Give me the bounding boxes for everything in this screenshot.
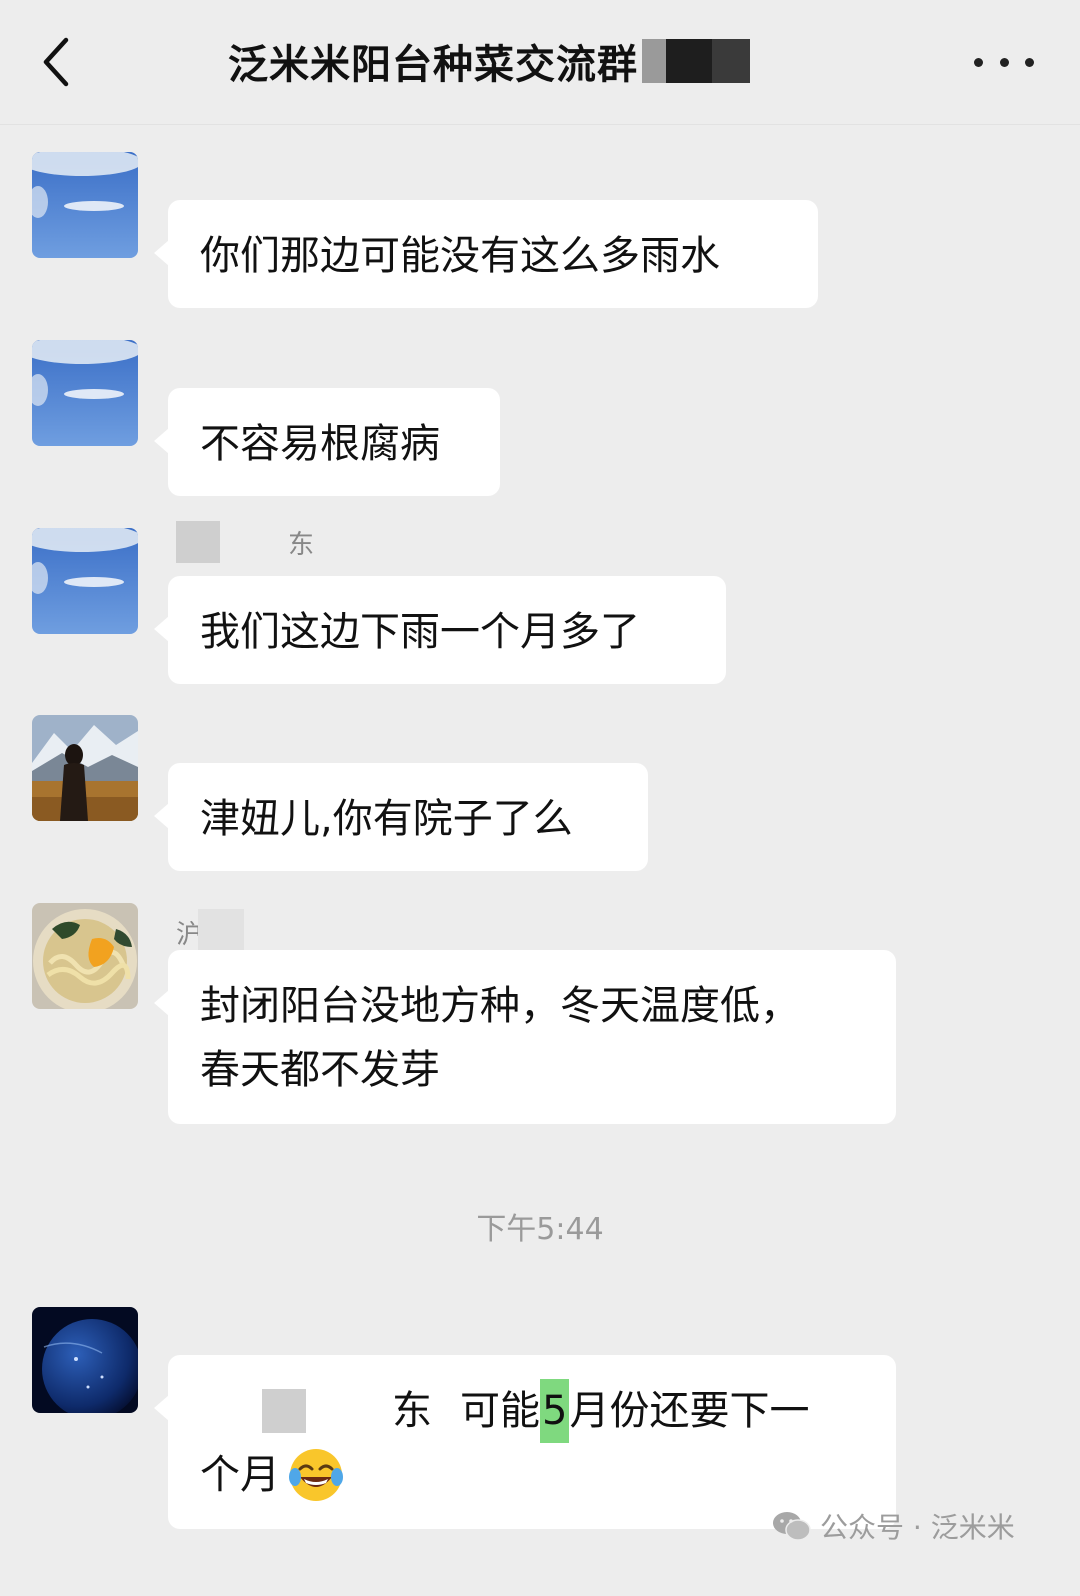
message-bubble[interactable]: 不容易根腐病	[154, 388, 500, 496]
message-text: 你们那边可能没有这么多雨水	[200, 233, 720, 279]
message-bubble[interactable]: 封闭阳台没地方种，冬天温度低， 春天都不发芽	[154, 950, 896, 1124]
redacted-name	[198, 909, 245, 955]
highlighted-text: 5	[540, 1379, 570, 1443]
avatar-sky[interactable]	[32, 152, 138, 258]
redacted-member-count	[642, 39, 750, 83]
avatar-earth-night[interactable]	[32, 1307, 138, 1413]
mention-text: 东	[392, 1388, 432, 1434]
message-text-line: 封闭阳台没地方种，冬天温度低，	[200, 983, 800, 1029]
message-text-line: 东 可能 5 月份还要下一	[200, 1379, 864, 1443]
avatar-sky[interactable]	[32, 528, 138, 634]
message-text: 津妞儿,你有院子了么	[200, 796, 573, 842]
avatar-mountain-girl[interactable]	[32, 715, 138, 821]
message-bubble[interactable]: 津妞儿,你有院子了么	[154, 763, 648, 871]
message-text-line: 春天都不发芽	[200, 1047, 440, 1093]
tears-of-joy-emoji	[289, 1449, 343, 1501]
more-dots-icon	[974, 57, 983, 67]
message-text: 可能	[460, 1388, 540, 1434]
sender-nickname: 东	[176, 520, 314, 564]
chat-title: 泛米米阳台种菜交流群	[228, 42, 638, 88]
message-text: 月份还要下一	[569, 1388, 810, 1434]
redacted-name	[176, 521, 220, 563]
avatar-noodle-bowl[interactable]	[32, 903, 138, 1009]
message-text-line: 个月	[200, 1443, 864, 1507]
message-text: 我们这边下雨一个月多了	[200, 609, 640, 655]
chat-header: 泛米米阳台种菜交流群	[0, 0, 1080, 125]
back-button[interactable]	[36, 34, 88, 90]
more-button[interactable]	[974, 48, 1034, 76]
chat-title-area: 泛米米阳台种菜交流群	[228, 30, 750, 92]
message-bubble[interactable]: 我们这边下雨一个月多了	[154, 576, 726, 684]
message-text: 不容易根腐病	[200, 421, 440, 467]
message-bubble[interactable]: 你们那边可能没有这么多雨水	[154, 200, 818, 308]
sender-nickname: 沪	[176, 908, 245, 956]
watermark: 公众号 · 泛米米	[772, 1506, 1015, 1546]
watermark-text: 公众号 · 泛米米	[820, 1511, 1015, 1544]
message-timestamp: 下午5:44	[476, 1212, 604, 1247]
wechat-icon	[773, 1512, 811, 1541]
chevron-left-icon	[43, 37, 69, 87]
redacted-mention	[262, 1389, 306, 1433]
avatar-sky[interactable]	[32, 340, 138, 446]
message-bubble[interactable]: 东 可能 5 月份还要下一 个月	[154, 1355, 896, 1529]
